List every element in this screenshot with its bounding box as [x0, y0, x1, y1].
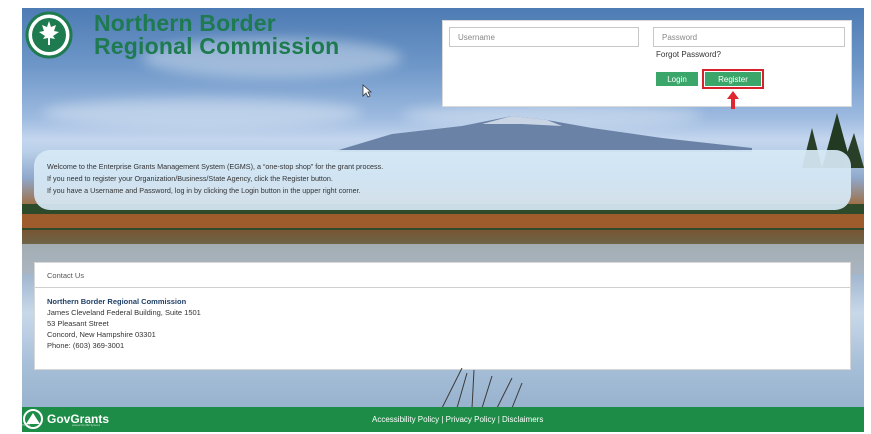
- welcome-line: Welcome to the Enterprise Grants Managem…: [47, 162, 384, 171]
- welcome-line: If you need to register your Organizatio…: [47, 174, 333, 183]
- contact-org-name: Northern Border Regional Commission: [47, 297, 187, 306]
- contact-city: Concord, New Hampshire 03301: [47, 330, 156, 339]
- mouse-cursor-icon: [362, 84, 372, 98]
- disclaimers-link[interactable]: Disclaimers: [502, 415, 543, 424]
- contact-phone: Phone: (603) 369-3001: [47, 341, 125, 350]
- contact-address-line: 53 Pleasant Street: [47, 319, 109, 328]
- mountain-graphic: [332, 116, 752, 152]
- trust-badge: TRUST: [22, 424, 31, 427]
- welcome-banner: Welcome to the Enterprise Grants Managem…: [34, 150, 851, 210]
- org-title: Northern Border Regional Commission: [94, 12, 339, 58]
- password-input[interactable]: [653, 27, 845, 47]
- page-background: Northern Border Regional Commission Forg…: [22, 8, 864, 432]
- contact-address-line: James Cleveland Federal Building, Suite …: [47, 308, 201, 317]
- username-input[interactable]: [449, 27, 639, 47]
- contact-card: Contact Us Northern Border Regional Comm…: [34, 262, 851, 370]
- login-button[interactable]: Login: [656, 72, 698, 86]
- footer: GovGrants TRUST powered by REI Systems A…: [22, 407, 864, 432]
- contact-body: Northern Border Regional Commission Jame…: [35, 288, 850, 351]
- maple-leaf-seal-icon: [25, 11, 73, 59]
- org-title-line1: Northern Border: [94, 10, 276, 36]
- govgrants-tagline: powered by REI Systems: [72, 424, 101, 427]
- contact-heading: Contact Us: [35, 263, 850, 288]
- register-button[interactable]: Register: [705, 72, 761, 86]
- accessibility-policy-link[interactable]: Accessibility Policy: [372, 415, 439, 424]
- red-arrow-icon: [727, 91, 739, 109]
- reeds-graphic: [441, 368, 523, 408]
- cloud: [42, 98, 362, 128]
- login-panel: Forgot Password? Login Register: [442, 20, 852, 109]
- footer-links: Accessibility Policy | Privacy Policy | …: [372, 415, 543, 424]
- forgot-password-link[interactable]: Forgot Password?: [656, 50, 721, 59]
- privacy-policy-link[interactable]: Privacy Policy: [446, 415, 496, 424]
- welcome-line: If you have a Username and Password, log…: [47, 186, 361, 195]
- org-title-line2: Regional Commission: [94, 33, 340, 59]
